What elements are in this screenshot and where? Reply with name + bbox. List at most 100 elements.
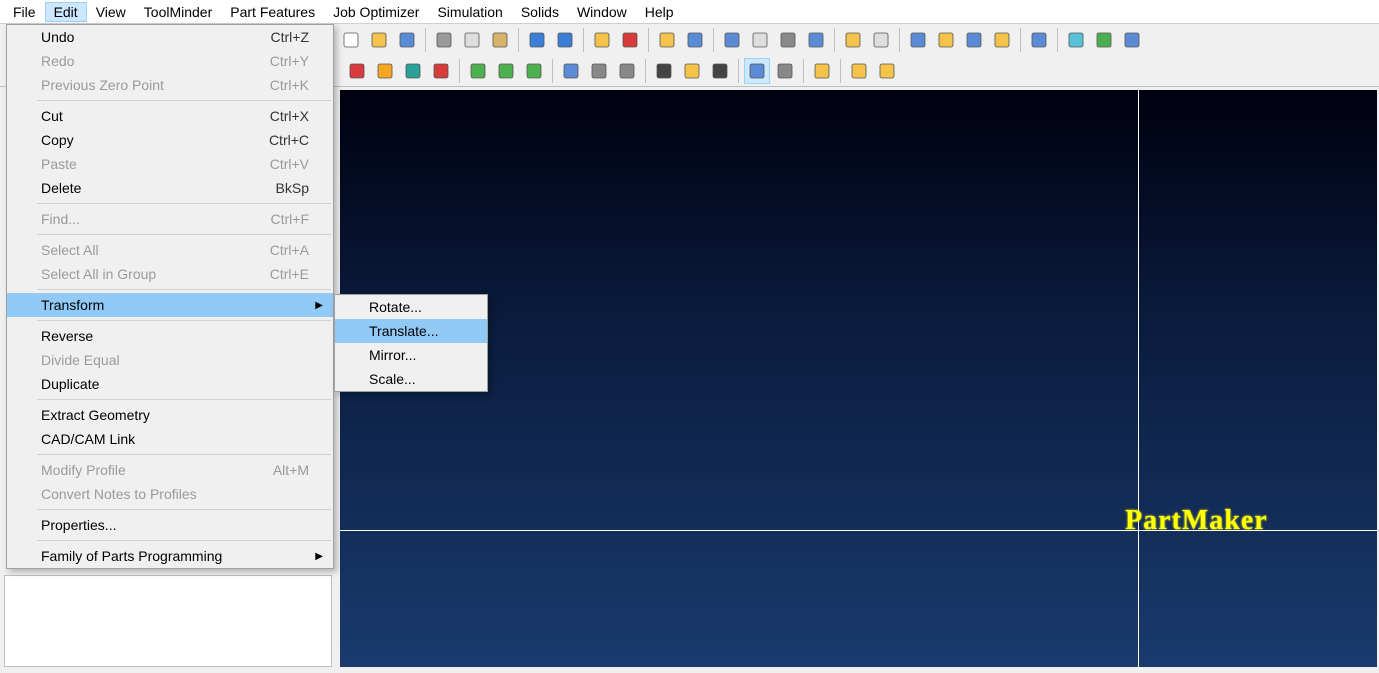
menuitem-shortcut: Ctrl+Z: [271, 29, 310, 45]
menu-job-optimizer[interactable]: Job Optimizer: [324, 2, 428, 22]
submenu-arrow-icon: ▶: [315, 300, 323, 311]
toolbtn-doc1[interactable]: [654, 27, 680, 53]
toolbtn-paste[interactable]: [487, 27, 513, 53]
toolbtn-rect-box[interactable]: [428, 58, 454, 84]
toolbtn-refresh[interactable]: [1091, 27, 1117, 53]
toolbtn-rect-teal[interactable]: [400, 58, 426, 84]
menuitem-undo[interactable]: UndoCtrl+Z: [7, 25, 333, 49]
toolbtn-window[interactable]: [772, 58, 798, 84]
menuitem-family-of-parts-programming[interactable]: Family of Parts Programming▶: [7, 544, 333, 568]
toolbtn-waves[interactable]: [521, 58, 547, 84]
toolbtn-bulb1[interactable]: [809, 58, 835, 84]
new-icon: [342, 31, 360, 49]
toolbtn-grid1[interactable]: [905, 27, 931, 53]
submenu-item-translate[interactable]: Translate...: [335, 319, 487, 343]
toolbtn-wizard[interactable]: [803, 27, 829, 53]
menuitem-delete[interactable]: DeleteBkSp: [7, 176, 333, 200]
menuitem-label: Copy: [41, 132, 269, 148]
redo-icon: [556, 31, 574, 49]
submenu-item-rotate[interactable]: Rotate...: [335, 295, 487, 319]
grid2-icon: [937, 31, 955, 49]
menu-separator: [37, 540, 331, 541]
toolbtn-form2[interactable]: [747, 27, 773, 53]
menuitem-copy[interactable]: CopyCtrl+C: [7, 128, 333, 152]
toolbtn-save[interactable]: [394, 27, 420, 53]
toolbtn-redo[interactable]: [552, 27, 578, 53]
menuitem-reverse[interactable]: Reverse: [7, 324, 333, 348]
toolbtn-move[interactable]: [744, 58, 770, 84]
toolbtn-delete[interactable]: [617, 27, 643, 53]
toolbtn-rect-orange[interactable]: [372, 58, 398, 84]
toolbtn-cut[interactable]: [431, 27, 457, 53]
menu-toolminder[interactable]: ToolMinder: [135, 2, 221, 22]
toolbtn-grid3[interactable]: [961, 27, 987, 53]
menuitem-cad-cam-link[interactable]: CAD/CAM Link: [7, 427, 333, 451]
toolbtn-open[interactable]: [366, 27, 392, 53]
toolbtn-clock[interactable]: [775, 27, 801, 53]
submenu-label: Scale...: [369, 371, 463, 387]
toolbtn-bulb2[interactable]: [874, 58, 900, 84]
toolbar-separator: [713, 28, 714, 52]
toolbar-separator: [459, 59, 460, 83]
toolbtn-zoomout[interactable]: [679, 58, 705, 84]
panel1-icon: [844, 31, 862, 49]
zoomfit-icon: [655, 62, 673, 80]
menuitem-shortcut: Ctrl+V: [270, 156, 309, 172]
menuitem-cut[interactable]: CutCtrl+X: [7, 104, 333, 128]
menu-edit[interactable]: Edit: [45, 2, 87, 22]
menu-simulation[interactable]: Simulation: [428, 2, 511, 22]
toolbtn-check[interactable]: [465, 58, 491, 84]
viewport[interactable]: PartMaker: [340, 90, 1377, 667]
toolbar-separator: [583, 28, 584, 52]
submenu-item-scale[interactable]: Scale...: [335, 367, 487, 391]
bulb-arrow-icon: [850, 62, 868, 80]
toolbtn-bulb-arrow[interactable]: [846, 58, 872, 84]
toolbtn-zoomin[interactable]: [707, 58, 733, 84]
toolbtn-corner[interactable]: [614, 58, 640, 84]
toolbtn-new[interactable]: [338, 27, 364, 53]
window-icon: [776, 62, 794, 80]
menuitem-label: Redo: [41, 53, 270, 69]
rect-red-icon: [348, 62, 366, 80]
toolbtn-flip[interactable]: [558, 58, 584, 84]
toolbtn-panel1[interactable]: [840, 27, 866, 53]
menuitem-duplicate[interactable]: Duplicate: [7, 372, 333, 396]
menu-view[interactable]: View: [87, 2, 135, 22]
menu-solids[interactable]: Solids: [512, 2, 568, 22]
menuitem-shortcut: Ctrl+C: [269, 132, 309, 148]
toolbtn-rect-red[interactable]: [344, 58, 370, 84]
submenu-label: Rotate...: [369, 299, 463, 315]
zoomout-icon: [683, 62, 701, 80]
toolbtn-angle[interactable]: [586, 58, 612, 84]
menu-window[interactable]: Window: [568, 2, 636, 22]
toolbtn-zoomfit[interactable]: [651, 58, 677, 84]
toolbtn-folder[interactable]: [589, 27, 615, 53]
toolbtn-doc2[interactable]: [682, 27, 708, 53]
menuitem-transform[interactable]: Transform▶: [7, 293, 333, 317]
menuitem-redo: RedoCtrl+Y: [7, 49, 333, 73]
menuitem-extract-geometry[interactable]: Extract Geometry: [7, 403, 333, 427]
toolbar-separator: [1057, 28, 1058, 52]
submenu-item-mirror[interactable]: Mirror...: [335, 343, 487, 367]
toolbtn-panel2[interactable]: [868, 27, 894, 53]
toolbtn-lines[interactable]: [493, 58, 519, 84]
flip-icon: [562, 62, 580, 80]
toolbtn-split[interactable]: [1026, 27, 1052, 53]
toolbtn-copy[interactable]: [459, 27, 485, 53]
menuitem-paste: PasteCtrl+V: [7, 152, 333, 176]
toolbar-row-2: [340, 55, 1379, 86]
menuitem-properties[interactable]: Properties...: [7, 513, 333, 537]
toolbtn-phone[interactable]: [1063, 27, 1089, 53]
menu-file[interactable]: File: [4, 2, 45, 22]
menu-part-features[interactable]: Part Features: [221, 2, 324, 22]
canvas-text-overlay[interactable]: PartMaker: [1125, 505, 1268, 537]
toolbtn-help[interactable]: [1119, 27, 1145, 53]
toolbtn-grid4[interactable]: [989, 27, 1015, 53]
menuitem-divide-equal: Divide Equal: [7, 348, 333, 372]
toolbtn-form1[interactable]: [719, 27, 745, 53]
menu-help[interactable]: Help: [636, 2, 683, 22]
toolbtn-grid2[interactable]: [933, 27, 959, 53]
toolbtn-undo[interactable]: [524, 27, 550, 53]
toolbar-separator: [645, 59, 646, 83]
menu-separator: [37, 399, 331, 400]
